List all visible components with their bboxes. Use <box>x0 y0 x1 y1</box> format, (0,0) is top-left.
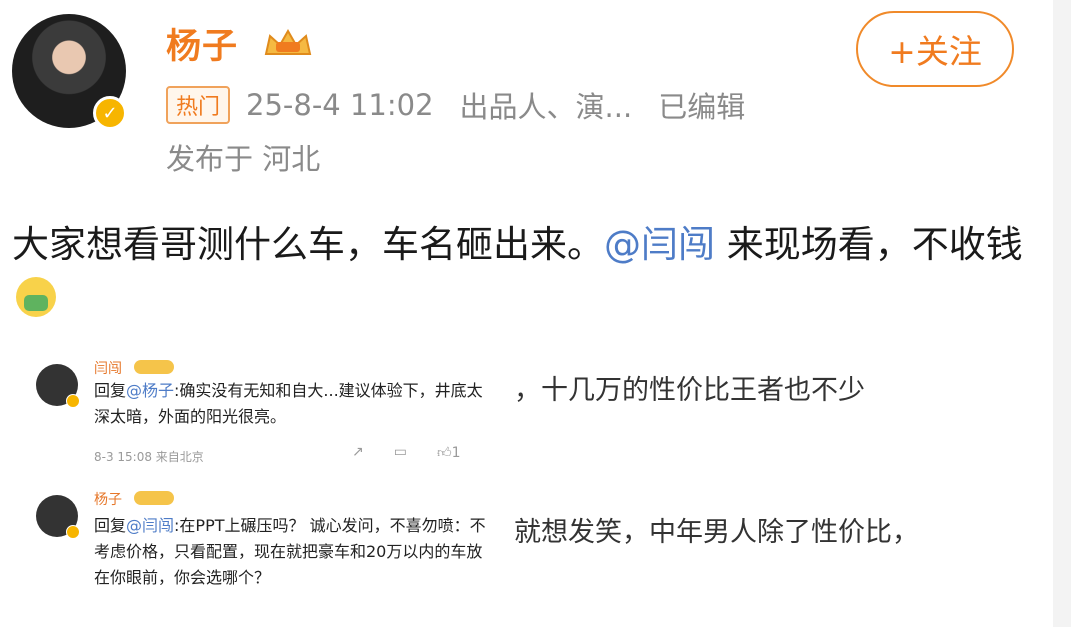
reply-prefix: 回复 <box>94 516 127 535</box>
author-description: 出品人、演... <box>459 90 633 124</box>
vip-badge-icon <box>134 491 174 505</box>
reply-mention[interactable]: @杨子 <box>126 381 174 400</box>
username[interactable]: 杨子 <box>166 18 238 69</box>
comment-icon[interactable]: ▭ <box>394 444 407 461</box>
hot-tag[interactable]: 热门 <box>166 86 231 124</box>
post-text-before: 大家想看哥测什么车，车名砸出来。 <box>12 223 604 266</box>
vip-crown-icon <box>264 28 312 55</box>
verified-badge-icon: ✓ <box>93 96 127 130</box>
comment-actions: ↗ ▭ 👍︎1 <box>352 444 461 461</box>
comment-card: 杨子 回复@闫闯:在PPT上碾压吗？ 诚心发问，不喜勿喷：不考虑价格，只看配置，… <box>24 475 504 627</box>
vip-badge-icon <box>134 360 174 374</box>
post-content: 大家想看哥测什么车，车名砸出来。@闫闯 来现场看，不收钱 <box>12 218 1032 326</box>
post-location: 发布于 河北 <box>166 142 321 176</box>
reply-mention[interactable]: @闫闯 <box>126 516 174 535</box>
share-icon[interactable]: ↗ <box>352 444 364 461</box>
background-text-line: 就想发笑，中年男人除了性价比， <box>514 517 919 548</box>
comment-username[interactable]: 闫闯 <box>94 358 122 378</box>
post-meta: 热门 25-8-4 11:02 出品人、演... 已编辑 <box>166 84 745 126</box>
post-text-after: 来现场看，不收钱 <box>715 223 1023 266</box>
mask-emoji-icon <box>16 277 56 317</box>
comment-card: 闫闯 回复@杨子:确实没有无知和自大...建议体验下，井底太深太暗，外面的阳光很… <box>24 340 504 475</box>
background-text-line: ，十几万的性价比王者也不少 <box>514 375 865 406</box>
scroll-rail <box>1053 0 1071 627</box>
comment-text: 回复@杨子:确实没有无知和自大...建议体验下，井底太深太暗，外面的阳光很亮。 <box>94 378 494 430</box>
embedded-screenshot: ，十几万的性价比王者也不少 就想发笑，中年男人除了性价比， 闫闯 回复@杨子:确… <box>24 340 1034 627</box>
edited-label[interactable]: 已编辑 <box>658 84 745 126</box>
mention-link[interactable]: @闫闯 <box>604 223 715 266</box>
comment-text: 回复@闫闯:在PPT上碾压吗？ 诚心发问，不喜勿喷：不考虑价格，只看配置，现在就… <box>94 513 494 591</box>
reply-prefix: 回复 <box>94 381 127 400</box>
timestamp: 25-8-4 11:02 <box>246 88 434 122</box>
comment-avatar[interactable] <box>36 495 80 539</box>
like-count: 1 <box>451 445 461 461</box>
comment-username[interactable]: 杨子 <box>94 489 122 509</box>
comment-meta: 8-3 15:08 来自北京 <box>94 450 204 464</box>
comment-avatar[interactable] <box>36 364 80 408</box>
follow-button[interactable]: +关注 <box>856 11 1014 87</box>
like-button[interactable]: 👍︎1 <box>437 444 461 461</box>
